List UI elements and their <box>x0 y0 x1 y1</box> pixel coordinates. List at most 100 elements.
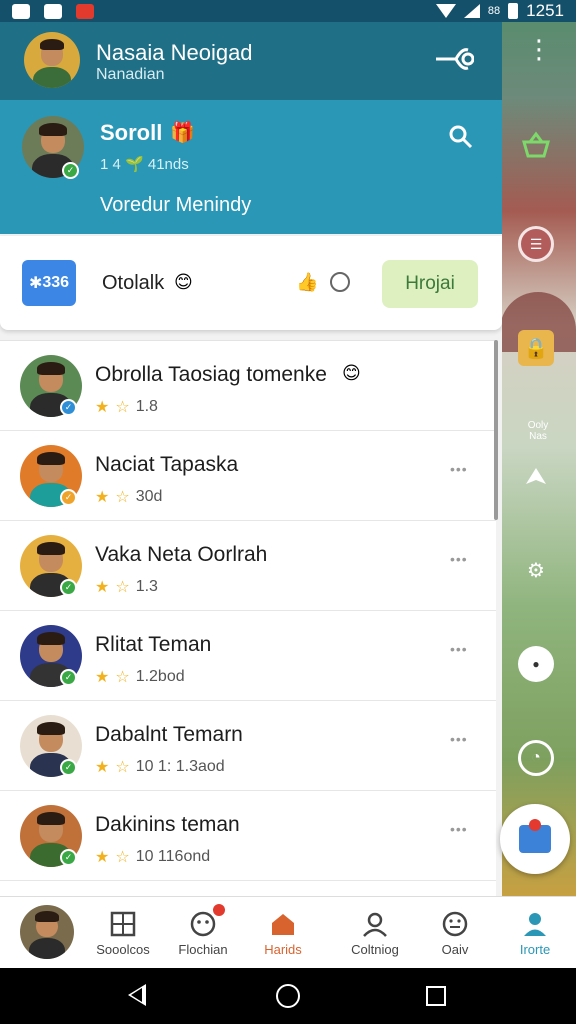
star-outline-icon: ☆ <box>115 399 130 416</box>
contact-meta-text: 30d <box>135 488 163 505</box>
app-notification-icon <box>12 3 30 19</box>
contact-name: Obrolla Taosiag tomenke <box>95 363 327 386</box>
bird-icon[interactable] <box>518 460 554 496</box>
home-icon <box>269 910 297 938</box>
contact-row[interactable]: ✓ Dabalnt Temarn ★ ☆ 10 1: 1.3aod ••• <box>0 701 496 791</box>
more-vert-icon[interactable]: ⋮ <box>526 36 552 76</box>
chat-summary-card[interactable]: ✱ 336 Otolalk 😊 👍 Hrojai <box>0 236 502 330</box>
status-badge-icon: ✓ <box>60 489 77 506</box>
nav-item[interactable]: Oaiv <box>420 897 490 969</box>
star-outline-icon: ☆ <box>115 579 130 596</box>
back-icon[interactable] <box>128 984 146 1006</box>
wifi-icon <box>435 4 456 18</box>
contact-list: ✓ Obrolla Taosiag tomenke 😊 ★ ☆ 1.8 ✓ Naciat Ta… <box>0 340 496 896</box>
contact-row[interactable]: ✓ Rlitat Teman ★ ☆ 1.2bod ••• <box>0 611 496 701</box>
face-icon <box>441 910 469 938</box>
battery-icon <box>508 3 519 19</box>
share-icon[interactable] <box>434 44 474 74</box>
nav-item[interactable]: Coltniog <box>340 897 410 969</box>
contact-name: Dakinins teman <box>95 813 240 836</box>
contact-meta-text: 10 116ond <box>135 848 211 865</box>
menu-circle-icon[interactable]: ☰ <box>518 226 554 262</box>
status-badge-icon: ✓ <box>60 579 77 596</box>
more-options-icon[interactable]: ••• <box>450 641 468 657</box>
nav-item[interactable]: Harids <box>248 897 318 969</box>
smiley-icon <box>189 903 225 938</box>
signal-icon <box>463 4 480 18</box>
star-outline-icon: ☆ <box>115 669 130 686</box>
card-title: Otolalk <box>102 272 165 294</box>
nav-item[interactable]: Flochian <box>168 897 238 969</box>
nav-item[interactable]: Irorte <box>500 897 570 969</box>
navigation-drawer: Nasaia Neoigad Nanadian ✓ Soroll 🎁 1 4 🌱… <box>0 22 502 968</box>
status-extra: 88 <box>487 5 501 17</box>
contact-row[interactable]: ✓ Vaka Neta Oorlrah ★ ☆ 1.3 ••• <box>0 521 496 611</box>
status-badge-icon: ✓ <box>60 669 77 686</box>
contact-row[interactable]: ✓ Obrolla Taosiag tomenke 😊 ★ ☆ 1.8 <box>0 341 496 431</box>
compose-fab[interactable] <box>500 804 570 874</box>
more-options-icon[interactable]: ••• <box>450 461 468 477</box>
online-badge-icon: ✓ <box>62 162 79 179</box>
nav-label: Sooolcos <box>96 941 150 957</box>
profile-status: Voredur Menindy <box>100 194 252 216</box>
contact-emoji: 😊 <box>342 363 361 383</box>
account-avatar[interactable] <box>24 32 80 88</box>
profile-icon <box>521 910 549 938</box>
search-icon[interactable] <box>448 124 474 150</box>
person-icon <box>361 910 389 938</box>
basket-icon[interactable] <box>518 126 554 162</box>
star-icon: ★ <box>95 759 110 776</box>
star-icon: ★ <box>95 399 110 416</box>
image-notification-icon <box>44 3 62 19</box>
nav-label: Harids <box>264 941 302 957</box>
nav-label: Coltniog <box>351 941 399 957</box>
nav-label: Irorte <box>519 941 551 957</box>
scrollbar[interactable] <box>494 340 498 520</box>
profile-header: ✓ Soroll 🎁 1 4 🌱 41nds Voredur Menindy <box>0 100 502 234</box>
card-action-button[interactable]: Hrojai <box>382 260 478 308</box>
home-circle-icon[interactable] <box>276 984 300 1008</box>
status-badge-icon: ✓ <box>60 849 77 866</box>
more-options-icon[interactable]: ••• <box>450 731 468 747</box>
status-badge-icon: ✓ <box>60 759 77 776</box>
timer-icon[interactable]: ◔ <box>518 740 554 776</box>
nav-avatar[interactable] <box>20 905 74 959</box>
dot-circle-icon[interactable]: ● <box>518 646 554 682</box>
contact-meta-text: 1.8 <box>135 398 158 415</box>
count-badge: ✱ 336 <box>22 260 76 306</box>
nav-item[interactable]: Sooolcos <box>88 897 158 969</box>
card-emoji: 😊 <box>174 272 193 292</box>
contact-meta-text: 1.3 <box>135 578 158 595</box>
nav-label: Flochian <box>178 941 228 957</box>
contact-row[interactable]: ✓ Dakinins teman ★ ☆ 10 116ond ••• <box>0 791 496 881</box>
contact-meta: ★ ☆ 10 116ond <box>95 847 210 867</box>
contact-name: Vaka Neta Oorlrah <box>95 543 268 566</box>
account-name: Nasaia Neoigad <box>96 40 253 65</box>
profile-name: Soroll <box>100 120 163 145</box>
contact-name: Naciat Tapaska <box>95 453 239 476</box>
contact-meta: ★ ☆ 1.3 <box>95 577 158 597</box>
star-icon: ★ <box>95 849 110 866</box>
status-badge-icon: ✓ <box>60 399 77 416</box>
mail-icon <box>519 819 551 853</box>
star-outline-icon: ☆ <box>115 489 130 506</box>
contact-meta: ★ ☆ 10 1: 1.3aod <box>95 757 225 777</box>
count-badge-icon: ✱ <box>28 275 43 292</box>
star-outline-icon: ☆ <box>115 849 130 866</box>
contact-meta: ★ ☆ 30d <box>95 487 162 507</box>
more-options-icon[interactable]: ••• <box>450 821 468 837</box>
settings-gear-icon[interactable]: ⚙ <box>518 552 554 588</box>
recents-icon[interactable] <box>426 986 446 1006</box>
star-icon: ★ <box>95 489 110 506</box>
grid-icon <box>109 910 137 938</box>
system-navigation <box>0 968 576 1024</box>
lock-icon[interactable]: 🔒 <box>518 330 554 366</box>
star-outline-icon: ☆ <box>115 759 130 776</box>
clock-icon[interactable] <box>330 272 350 292</box>
contact-row[interactable]: ✓ Naciat Tapaska ★ ☆ 30d ••• <box>0 431 496 521</box>
contact-meta-text: 1.2bod <box>135 668 185 685</box>
contact-meta: ★ ☆ 1.8 <box>95 397 158 417</box>
contact-name: Dabalnt Temarn <box>95 723 243 746</box>
reaction-icon[interactable]: 👍 <box>296 272 318 293</box>
more-options-icon[interactable]: ••• <box>450 551 468 567</box>
